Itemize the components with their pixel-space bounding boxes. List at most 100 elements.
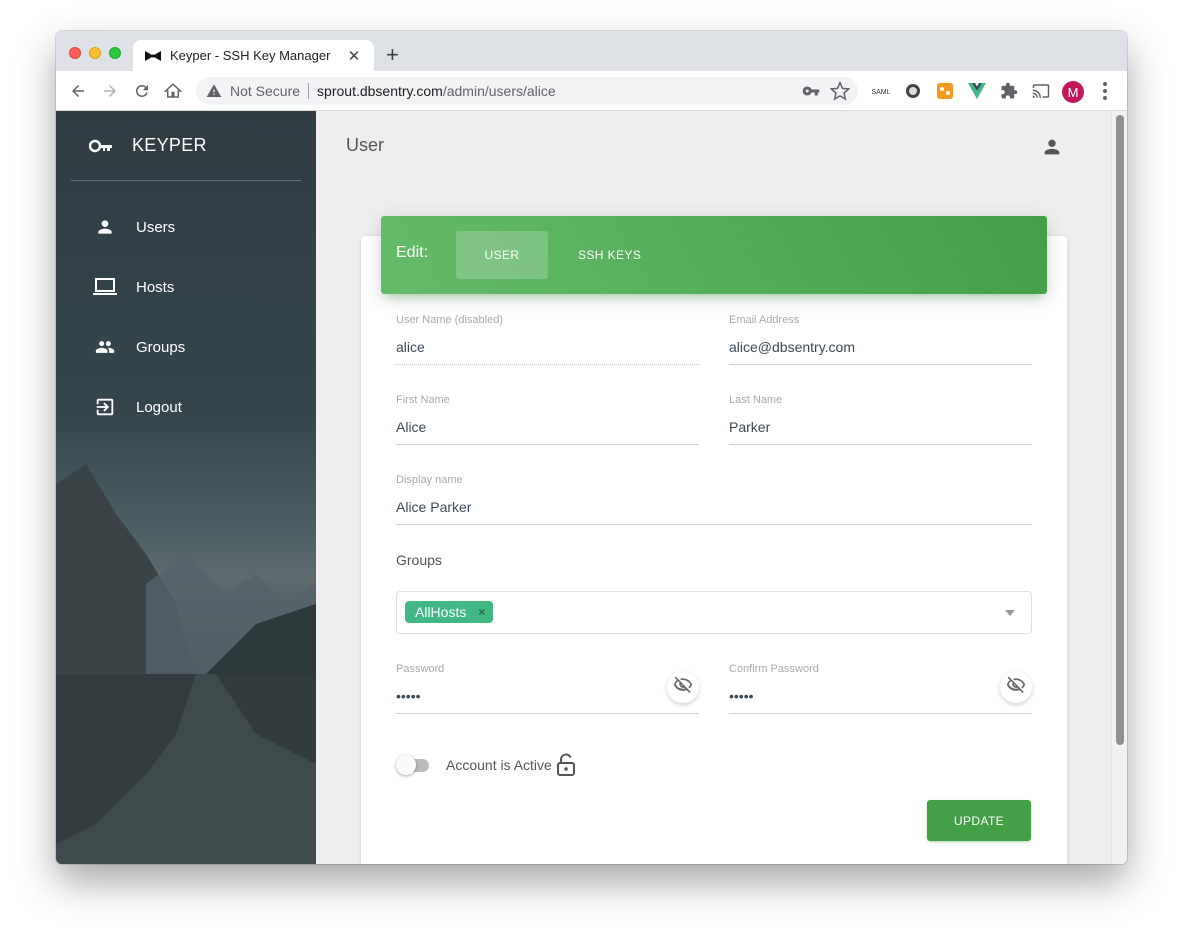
logout-icon [93, 395, 117, 419]
username-field: User Name (disabled) alice [396, 314, 699, 365]
browser-menu-icon[interactable] [1100, 81, 1110, 101]
email-value[interactable]: alice@dbsentry.com [729, 339, 1032, 357]
url-path: /admin/users/alice [442, 83, 556, 99]
scrollbar-thumb[interactable] [1116, 115, 1124, 745]
url-host: sprout.dbsentry.com [317, 83, 443, 99]
first-name-label: First Name [396, 394, 450, 406]
tab-title: Keyper - SSH Key Manager [170, 48, 331, 63]
group-icon [93, 335, 117, 359]
forward-arrow-icon[interactable] [100, 81, 120, 101]
group-chip-label: AllHosts [415, 604, 467, 620]
browser-toolbar: Not Secure sprout.dbsentry.com/admin/use… [56, 71, 1127, 111]
password-field[interactable]: Password ••••• [396, 663, 699, 714]
app-content: KEYPER Users Hosts Groups Logout User Ed… [56, 111, 1127, 864]
maximize-window-button[interactable] [109, 47, 121, 59]
omnibox-separator [308, 83, 310, 99]
sidebar-item-groups[interactable]: Groups [93, 335, 185, 359]
bowtie-favicon-icon [145, 50, 161, 61]
profile-avatar[interactable]: M [1062, 81, 1084, 103]
saml-extension-icon[interactable]: SAML [871, 81, 891, 101]
account-active-toggle[interactable] [396, 755, 430, 775]
sidebar-item-label: Users [136, 218, 176, 236]
email-field[interactable]: Email Address alice@dbsentry.com [729, 314, 1032, 365]
sidebar-item-label: Hosts [136, 278, 175, 296]
security-label: Not Secure [230, 83, 301, 99]
sidebar-item-users[interactable]: Users [93, 215, 175, 239]
back-arrow-icon[interactable] [68, 81, 88, 101]
sidebar: KEYPER Users Hosts Groups Logout [56, 111, 316, 864]
puzzle-extensions-icon[interactable] [999, 81, 1019, 101]
bookmark-star-icon[interactable] [829, 80, 851, 106]
group-chip: AllHosts × [405, 601, 494, 623]
first-name-value[interactable]: Alice [396, 419, 699, 437]
reload-icon[interactable] [132, 81, 152, 101]
circle-extension-icon[interactable] [903, 81, 923, 101]
new-tab-button[interactable]: + [386, 43, 399, 67]
laptop-icon [93, 275, 117, 299]
brand[interactable]: KEYPER [89, 135, 207, 156]
key-icon [89, 138, 113, 154]
groups-label: Groups [396, 552, 442, 568]
groups-multiselect[interactable]: AllHosts × [396, 591, 1032, 634]
person-icon [93, 215, 117, 239]
svg-text:SAML: SAML [871, 89, 890, 96]
tab-close-icon[interactable]: ✕ [346, 47, 362, 65]
mountain-lake-background [56, 464, 316, 864]
minimize-window-button[interactable] [89, 47, 101, 59]
toggle-password-visibility-button[interactable] [667, 671, 699, 703]
address-bar[interactable]: Not Secure sprout.dbsentry.com/admin/use… [196, 77, 858, 105]
tab-ssh-keys[interactable]: SSH KEYS [548, 231, 671, 279]
field-underline [396, 444, 699, 445]
warning-triangle-icon [206, 83, 222, 99]
page-scrollbar[interactable] [1111, 111, 1127, 864]
field-underline [729, 444, 1032, 445]
brand-divider [71, 180, 301, 181]
confirm-password-label: Confirm Password [729, 663, 819, 675]
update-button[interactable]: UPDATE [927, 800, 1031, 841]
last-name-field[interactable]: Last Name Parker [729, 394, 1032, 445]
sidebar-item-label: Logout [136, 398, 182, 416]
field-underline [396, 364, 699, 365]
account-icon[interactable] [1041, 136, 1063, 158]
display-name-value[interactable]: Alice Parker [396, 499, 1032, 517]
page-title: User [346, 135, 385, 155]
display-name-label: Display name [396, 474, 463, 486]
confirm-password-value[interactable]: ••••• [729, 688, 1032, 706]
close-window-button[interactable] [69, 47, 81, 59]
edit-label: Edit: [396, 244, 429, 261]
username-label: User Name (disabled) [396, 314, 503, 326]
field-underline [729, 713, 1032, 714]
cast-icon[interactable] [1031, 81, 1051, 101]
field-underline [729, 364, 1032, 365]
vue-devtools-icon[interactable] [967, 81, 987, 101]
brand-name: KEYPER [132, 135, 207, 155]
browser-tab[interactable]: Keyper - SSH Key Manager ✕ [133, 40, 374, 71]
orange-extension-icon[interactable] [935, 81, 955, 101]
remove-chip-icon[interactable]: × [478, 605, 485, 619]
sidebar-item-logout[interactable]: Logout [93, 395, 182, 419]
username-value: alice [396, 339, 425, 355]
url-text: sprout.dbsentry.com/admin/users/alice [317, 83, 556, 99]
home-icon[interactable] [163, 81, 183, 101]
password-key-icon[interactable] [802, 82, 820, 105]
sidebar-item-hosts[interactable]: Hosts [93, 275, 174, 299]
field-underline [396, 713, 699, 714]
password-value[interactable]: ••••• [396, 688, 699, 706]
tab-strip: Keyper - SSH Key Manager ✕ + [56, 31, 1127, 71]
browser-window: Keyper - SSH Key Manager ✕ + Not Secure … [56, 31, 1127, 864]
last-name-value[interactable]: Parker [729, 419, 1032, 437]
eye-off-icon [1006, 675, 1026, 700]
dropdown-caret-icon[interactable] [1005, 610, 1015, 616]
toggle-confirm-password-visibility-button[interactable] [1000, 671, 1032, 703]
card-header: Edit: USER SSH KEYS [381, 216, 1047, 294]
tab-user[interactable]: USER [456, 231, 548, 279]
email-label: Email Address [729, 314, 800, 326]
field-underline [396, 524, 1032, 525]
last-name-label: Last Name [729, 394, 783, 406]
first-name-field[interactable]: First Name Alice [396, 394, 699, 445]
eye-off-icon [673, 675, 693, 700]
password-label: Password [396, 663, 445, 675]
display-name-field[interactable]: Display name Alice Parker [396, 474, 1032, 525]
confirm-password-field[interactable]: Confirm Password ••••• [729, 663, 1032, 714]
unlocked-padlock-icon [556, 753, 576, 777]
